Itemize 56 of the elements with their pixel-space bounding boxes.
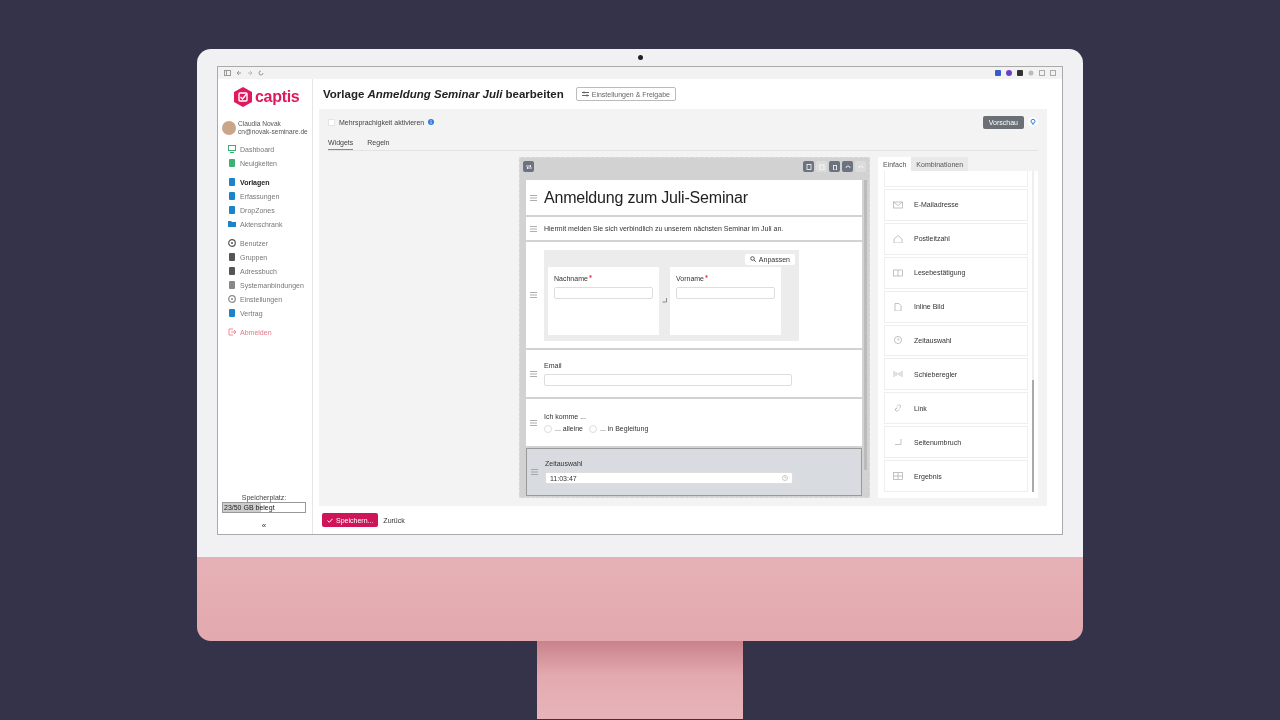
form-heading: Anmeldung zum Juli-Seminar [544, 188, 749, 207]
redo-icon [857, 163, 864, 170]
line-break-icon [893, 438, 903, 447]
clock-icon [893, 336, 903, 345]
check-icon [327, 517, 333, 523]
document-icon [893, 302, 903, 311]
logo-text: captis [255, 88, 300, 106]
undo-button[interactable] [842, 161, 853, 172]
forward-icon [247, 70, 253, 76]
document-icon [228, 309, 236, 317]
drag-handle-icon [530, 194, 537, 201]
grid-icon [893, 472, 903, 480]
delete-icon [831, 163, 838, 170]
input-field[interactable] [676, 286, 775, 299]
slider-icon [893, 370, 903, 379]
avatar [222, 121, 236, 135]
line-break-icon [662, 298, 667, 303]
back-icon [236, 70, 242, 76]
page-title: Vorlage Anmeldung Seminar Juli bearbeiten [323, 88, 564, 100]
copy-button[interactable] [803, 161, 814, 172]
drag-handle-icon [530, 292, 537, 298]
camera-dot [637, 55, 643, 60]
drag-handle-icon [531, 469, 538, 475]
radio-button[interactable] [544, 424, 552, 433]
link-icon [893, 404, 903, 413]
search-icon [749, 256, 756, 262]
form-widget[interactable]: Anmeldung zum Juli-Seminar [526, 180, 862, 215]
clock-icon [782, 475, 788, 481]
logout-icon [228, 328, 236, 336]
logo-icon [234, 87, 252, 107]
undo-icon [844, 163, 851, 170]
collapse-button[interactable]: « [261, 521, 267, 530]
house-icon [893, 234, 903, 243]
checkbox[interactable] [328, 118, 335, 126]
swap-icon [525, 163, 532, 170]
document-icon [228, 178, 236, 186]
window-icon [1050, 70, 1056, 76]
folder-icon [228, 220, 236, 228]
envelope-icon [893, 200, 903, 209]
drag-handle-icon [530, 419, 537, 426]
lightbulb-icon [1028, 117, 1038, 127]
drag-handle-icon [530, 225, 537, 232]
swap-button[interactable] [523, 161, 534, 172]
info-icon [428, 119, 435, 125]
document-icon [228, 206, 236, 214]
sliders-icon [581, 91, 589, 97]
reload-icon [258, 70, 264, 76]
delete-button[interactable] [829, 161, 840, 172]
monitor-icon [228, 145, 236, 153]
copy-icon [805, 163, 812, 170]
input-field[interactable] [554, 286, 653, 299]
sidebar-icon [224, 70, 231, 76]
radio-button[interactable] [589, 424, 598, 433]
drag-handle-icon [530, 370, 537, 377]
paste-icon [818, 163, 825, 170]
input-field[interactable] [544, 373, 792, 386]
